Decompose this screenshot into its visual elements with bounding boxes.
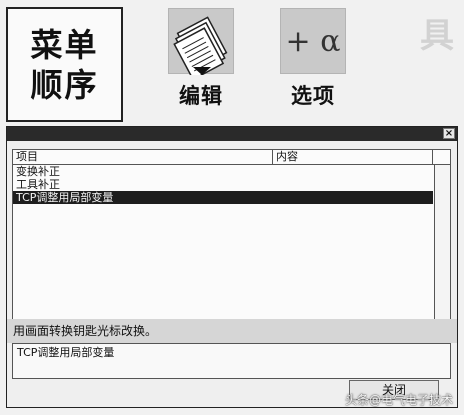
edit-label: 编辑 [179, 84, 223, 108]
vertical-scrollbar[interactable] [434, 165, 450, 342]
alpha-icon: + α [285, 23, 341, 59]
close-icon[interactable]: × [443, 128, 455, 139]
detail-field[interactable]: TCP调整用局部变量 [12, 343, 451, 379]
list-item-selected[interactable]: TCP调整用局部变量 [13, 191, 433, 204]
menu-order-line-1: 菜单 [30, 25, 99, 64]
options-label: 选项 [291, 84, 335, 108]
dialog-titlebar: × [7, 127, 457, 141]
hint-text: 用画面转换钥匙光标改换。 [7, 319, 457, 343]
list-item[interactable]: 工具补正 [13, 178, 433, 191]
edit-button[interactable]: 编辑 [162, 8, 240, 110]
notepad-tile [168, 8, 234, 75]
list-header: 项目 内容 [13, 150, 450, 165]
notepad-icon [173, 16, 228, 75]
options-button[interactable]: + α 选项 [274, 8, 352, 110]
column-header-item[interactable]: 项目 [13, 150, 273, 164]
watermark: 头条@电气电子技术 [345, 393, 454, 407]
item-dialog: × 项目 内容 变换补正 工具补正 TCP调整用局部变量 用画面转换钥匙光标改换… [6, 126, 458, 408]
menu-order-button[interactable]: 菜单 顺序 [6, 7, 123, 122]
item-list[interactable]: 项目 内容 变换补正 工具补正 TCP调整用局部变量 [12, 149, 451, 343]
options-tile: + α [280, 8, 346, 74]
background-heading: 具 [420, 16, 454, 56]
list-item[interactable]: 变换补正 [13, 165, 433, 178]
menu-order-line-2: 顺序 [30, 65, 99, 104]
column-header-content[interactable]: 内容 [273, 150, 433, 164]
